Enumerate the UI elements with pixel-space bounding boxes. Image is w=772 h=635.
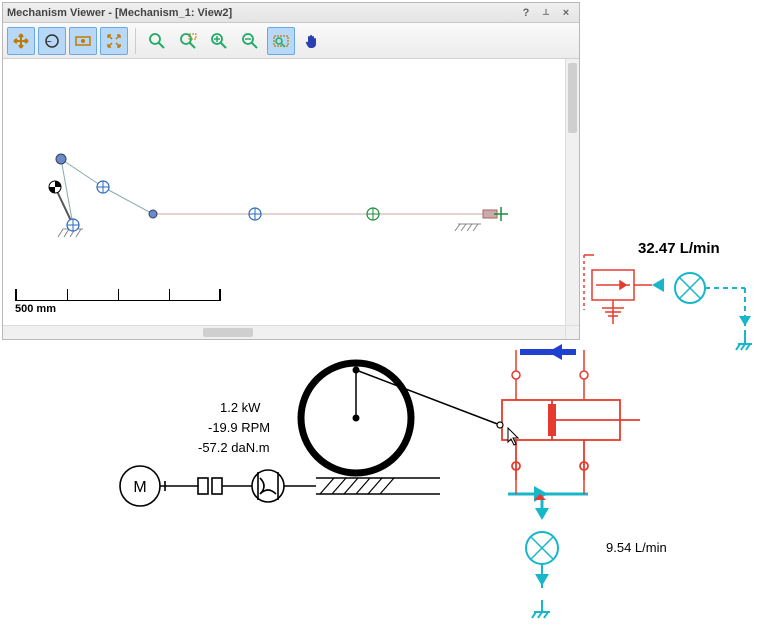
power-readout: 1.2 kW — [220, 400, 260, 415]
torque-readout: -57.2 daN.m — [198, 440, 270, 455]
flow-lower-readout: 9.54 L/min — [606, 540, 667, 555]
flow-upper-readout: 32.47 L/min — [638, 240, 720, 257]
speed-readout: -19.9 RPM — [208, 420, 270, 435]
svg-text:M: M — [133, 479, 146, 496]
